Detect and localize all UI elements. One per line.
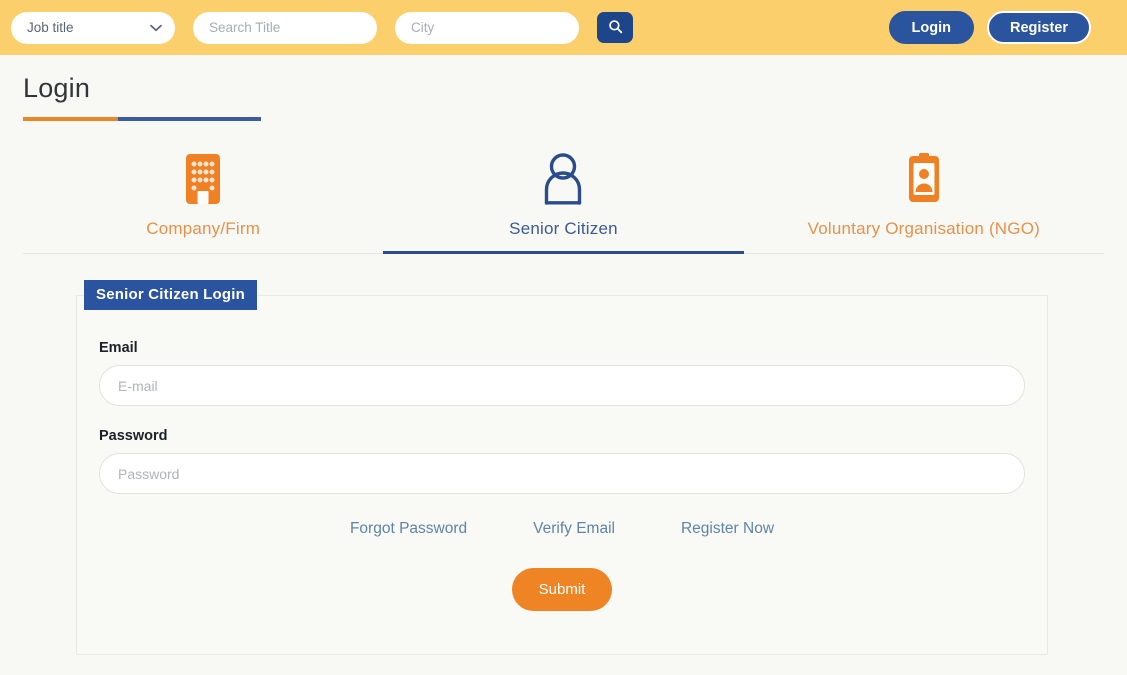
job-title-select-wrapper: Job title xyxy=(11,11,175,44)
tab-company-firm[interactable]: Company/Firm xyxy=(23,151,383,254)
search-button[interactable] xyxy=(597,12,633,43)
tab-label-senior-citizen: Senior Citizen xyxy=(509,219,618,238)
password-field[interactable] xyxy=(99,453,1025,494)
login-card: Senior Citizen Login Email Password Forg… xyxy=(76,280,1048,655)
register-now-link[interactable]: Register Now xyxy=(681,520,774,538)
verify-email-link[interactable]: Verify Email xyxy=(533,520,615,538)
role-tabs: Company/Firm Senior Citizen Voluntary Or… xyxy=(23,151,1104,254)
job-title-select[interactable]: Job title xyxy=(11,11,175,44)
tab-senior-citizen[interactable]: Senior Citizen xyxy=(383,151,744,254)
tab-voluntary-organisation[interactable]: Voluntary Organisation (NGO) xyxy=(744,151,1104,254)
title-underline-blue xyxy=(118,117,261,121)
card-badge: Senior Citizen Login xyxy=(84,280,257,310)
person-icon xyxy=(536,151,590,207)
tab-label-voluntary-organisation: Voluntary Organisation (NGO) xyxy=(807,219,1040,238)
page-title: Login xyxy=(23,73,91,103)
title-underline-orange xyxy=(23,117,119,121)
register-button[interactable]: Register xyxy=(986,11,1091,44)
tab-label-company-firm: Company/Firm xyxy=(146,219,261,238)
login-button[interactable]: Login xyxy=(888,11,974,44)
title-underline xyxy=(23,117,261,121)
submit-button[interactable]: Submit xyxy=(511,568,613,611)
forgot-password-link[interactable]: Forgot Password xyxy=(350,520,467,538)
top-search-bar: Job title Login Register xyxy=(0,0,1127,55)
search-title-input[interactable] xyxy=(193,11,377,44)
password-label: Password xyxy=(99,428,168,444)
building-icon xyxy=(178,151,228,207)
auth-buttons: Login Register xyxy=(888,0,1091,55)
email-field[interactable] xyxy=(99,365,1025,406)
id-badge-icon xyxy=(900,151,948,207)
email-label: Email xyxy=(99,340,138,356)
page-header: Login xyxy=(0,55,1127,121)
search-icon xyxy=(608,19,623,37)
submit-row: Submit xyxy=(99,568,1025,611)
form-links: Forgot Password Verify Email Register No… xyxy=(99,520,1025,538)
city-input[interactable] xyxy=(395,11,579,44)
